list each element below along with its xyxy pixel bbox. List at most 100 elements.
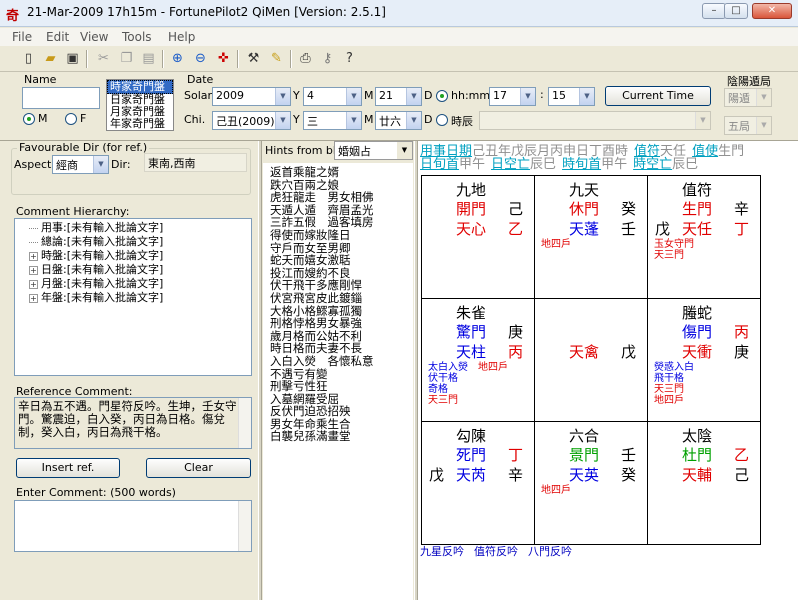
menu-view[interactable]: View: [80, 30, 108, 44]
zoom-in-icon[interactable]: ⊕: [168, 50, 187, 68]
palace-cell[interactable]: 九天 休門 天蓬 癸壬地四戶: [534, 175, 648, 299]
name-label: Name: [24, 73, 57, 86]
hammer-icon[interactable]: ⚒: [244, 50, 263, 68]
scrollbar[interactable]: [238, 398, 251, 448]
hints-book-select[interactable]: 婚姻占 ▼: [334, 141, 413, 160]
chevron-down-icon[interactable]: ▼: [275, 112, 290, 129]
ju-select[interactable]: 五局 ▼: [724, 116, 772, 135]
solar-day-select[interactable]: 21 ▼: [375, 87, 422, 106]
hint-item: 虎狂龍走 男女相佛: [270, 190, 374, 205]
chevron-down-icon[interactable]: ▼: [695, 112, 710, 129]
clear-button[interactable]: Clear: [146, 458, 251, 478]
hour-select[interactable]: 17 ▼: [489, 87, 536, 106]
maximize-icon[interactable]: □: [724, 3, 748, 19]
chi-day-select[interactable]: 廿六 ▼: [375, 111, 422, 130]
tree-item[interactable]: + 年盤:[未有輸入批論文字]: [29, 291, 251, 305]
chevron-down-icon[interactable]: ▼: [756, 117, 771, 134]
print-icon[interactable]: ⎙: [296, 50, 315, 68]
palace-cell[interactable]: 值符 生門 天任 辛丁 戊玉女守門 天三門: [647, 175, 761, 299]
chi-year-select[interactable]: 己丑(2009) ▼: [212, 111, 291, 130]
shichen-radio[interactable]: [436, 114, 448, 126]
expand-icon[interactable]: +: [29, 251, 38, 261]
tree-item-label: 時盤:[未有輸入批論文字]: [41, 249, 164, 262]
insert-ref-button[interactable]: Insert ref.: [16, 458, 120, 478]
chart-type-list[interactable]: 時家奇門盤 日家奇門盤 月家奇門盤 年家奇門盤: [106, 79, 174, 131]
palace-cell[interactable]: 勾陳 死門 天芮 丁辛 戊: [421, 421, 535, 545]
expand-icon[interactable]: +: [29, 279, 38, 289]
palace-note: 地四戶: [541, 239, 571, 250]
gender-m-radio[interactable]: [23, 113, 35, 125]
palace-cell[interactable]: 天禽 戊: [534, 298, 648, 422]
minute-select[interactable]: 15 ▼: [548, 87, 595, 106]
palace-cell[interactable]: 朱雀 驚門 天柱 庚丙太白入熒 地四戶 伏干格 奇格 天三門: [421, 298, 535, 422]
cut-icon[interactable]: ✂: [94, 50, 113, 68]
minimize-icon[interactable]: –: [702, 3, 726, 19]
palace-note: 天三門: [654, 384, 684, 395]
name-input[interactable]: [22, 87, 100, 109]
chart-type-item[interactable]: 時家奇門盤: [107, 80, 173, 94]
close-icon[interactable]: ✕: [752, 3, 792, 19]
palace-cell[interactable]: 螣蛇 傷門 天衝 丙庚熒惑入白 飛干格 天三門 地四戶: [647, 298, 761, 422]
tree-item[interactable]: + 月盤:[未有輸入批論文字]: [29, 277, 251, 291]
scrollbar[interactable]: [238, 501, 251, 551]
shichen-select[interactable]: ▼: [479, 111, 711, 130]
compass-icon[interactable]: ✜: [214, 50, 233, 68]
chevron-down-icon[interactable]: ▼: [275, 88, 290, 105]
chevron-down-icon[interactable]: ▼: [406, 112, 421, 129]
paste-icon[interactable]: ▤: [139, 50, 158, 68]
qimen-grid: 九地 開門 天心己乙九天 休門 天蓬癸壬地四戶 值符 生門 天任辛丁戊玉女守門 天三門 朱雀 驚門天…: [421, 175, 762, 545]
chevron-down-icon[interactable]: ▼: [756, 89, 771, 106]
chevron-down-icon[interactable]: ▼: [406, 88, 421, 105]
tree-item[interactable]: + 時盤:[未有輸入批論文字]: [29, 249, 251, 263]
menu-edit[interactable]: Edit: [46, 30, 69, 44]
menu-tools[interactable]: Tools: [122, 30, 152, 44]
pencil-icon[interactable]: ✎: [267, 50, 286, 68]
chevron-down-icon[interactable]: ▼: [579, 88, 594, 105]
current-time-button[interactable]: Current Time: [605, 86, 711, 106]
chart-panel: 用事日期己丑年戊辰月丙申日丁酉時 值符天任 值使生門 日旬首甲午 日空亡辰巳 時旬首甲午…: [418, 141, 798, 600]
palace-cell[interactable]: 太陰 杜門 天輔 乙己: [647, 421, 761, 545]
palace-god: 勾陳: [456, 427, 487, 445]
open-folder-icon[interactable]: ▰: [41, 50, 60, 68]
copy-icon[interactable]: ❐: [117, 50, 136, 68]
gender-f-radio[interactable]: [65, 113, 77, 125]
comment-tree[interactable]: 用事:[未有輸入批論文字] 總論:[未有輸入批論文字] + 時盤:[未有輸入批論文字]…: [14, 218, 252, 376]
menu-help[interactable]: Help: [168, 30, 195, 44]
tree-item[interactable]: + 日盤:[未有輸入批論文字]: [29, 263, 251, 277]
tree-item[interactable]: 用事:[未有輸入批論文字]: [29, 221, 251, 235]
expand-icon[interactable]: +: [29, 293, 38, 303]
palace-door: 死門: [456, 446, 487, 464]
splitter[interactable]: [258, 141, 262, 600]
chevron-down-icon[interactable]: ▼: [520, 88, 535, 105]
palace-cell[interactable]: 六合 景門 天英 壬癸地四戶: [534, 421, 648, 545]
palace-star: 天心: [456, 220, 487, 238]
palace-door: 杜門: [682, 446, 713, 464]
comment-textarea[interactable]: [14, 500, 252, 552]
hhmm-radio[interactable]: [436, 90, 448, 102]
chevron-down-icon[interactable]: ▼: [346, 88, 361, 105]
help-icon[interactable]: ?: [340, 50, 359, 68]
solar-month-select[interactable]: 4 ▼: [303, 87, 362, 106]
chevron-down-icon[interactable]: ▼: [397, 142, 412, 159]
key-icon[interactable]: ⚷: [318, 50, 337, 68]
tree-item-label: 月盤:[未有輸入批論文字]: [41, 277, 164, 290]
chart-type-item[interactable]: 年家奇門盤: [107, 118, 173, 130]
zoom-out-icon[interactable]: ⊖: [191, 50, 210, 68]
yinyang-select[interactable]: 陽遁 ▼: [724, 88, 772, 107]
palace-earth-stem: 乙: [508, 220, 524, 238]
aspect-select[interactable]: 經商 ▼: [52, 155, 109, 174]
qi-app-icon[interactable]: 奇: [6, 5, 22, 24]
solar-year-select[interactable]: 2009 ▼: [212, 87, 291, 106]
palace-door: 開門: [456, 200, 487, 218]
palace-star: 天芮: [456, 466, 487, 484]
menu-file[interactable]: File: [12, 30, 32, 44]
new-file-icon[interactable]: ▯: [19, 50, 38, 68]
expand-icon[interactable]: +: [29, 265, 38, 275]
chi-month-select[interactable]: 三 ▼: [303, 111, 362, 130]
chevron-down-icon[interactable]: ▼: [93, 156, 108, 173]
palace-note: 地四戶: [541, 485, 571, 496]
chevron-down-icon[interactable]: ▼: [346, 112, 361, 129]
palace-cell[interactable]: 九地 開門 天心 己乙: [421, 175, 535, 299]
save-icon[interactable]: ▣: [63, 50, 82, 68]
tree-item[interactable]: 總論:[未有輸入批論文字]: [29, 235, 251, 249]
